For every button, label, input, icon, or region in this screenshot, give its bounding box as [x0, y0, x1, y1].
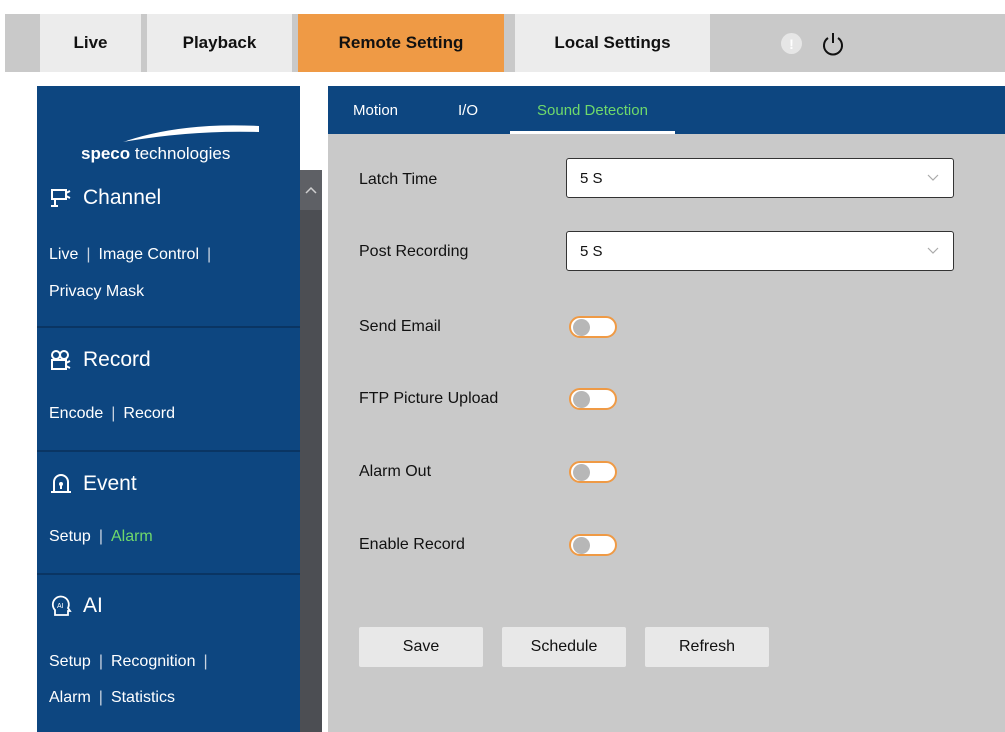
- latch-time-label: Latch Time: [359, 171, 438, 188]
- svg-text:AI: AI: [57, 603, 64, 610]
- record-links-row1: Encode | Record: [49, 405, 175, 422]
- save-button[interactable]: Save: [359, 627, 483, 667]
- chevron-down-icon: [927, 174, 939, 181]
- toggle-knob: [573, 464, 590, 481]
- enable-record-label: Enable Record: [359, 536, 465, 553]
- tab-playback[interactable]: Playback: [147, 14, 292, 72]
- tab-io[interactable]: I/O: [458, 86, 478, 134]
- alert-icon[interactable]: !: [781, 33, 802, 54]
- sidebar-scrollbar[interactable]: [300, 170, 322, 732]
- post-recording-label: Post Recording: [359, 243, 469, 260]
- ai-head-icon: AI: [51, 595, 72, 616]
- ai-links-row2: Alarm | Statistics: [49, 689, 175, 706]
- alarm-out-label: Alarm Out: [359, 463, 432, 480]
- sidebar-link-live[interactable]: Live: [49, 246, 78, 263]
- tab-live[interactable]: Live: [40, 14, 141, 72]
- logo-swoosh: [123, 125, 259, 142]
- sidebar-divider: [37, 450, 300, 452]
- tab-remote-setting[interactable]: Remote Setting: [298, 14, 504, 72]
- ai-links-row1: Setup | Recognition |: [49, 653, 208, 670]
- event-title: Event: [83, 472, 137, 495]
- sidebar-link-ai-setup[interactable]: Setup: [49, 653, 91, 670]
- sidebar-link-setup[interactable]: Setup: [49, 528, 91, 545]
- power-icon[interactable]: [820, 31, 846, 57]
- channel-links-row1: Live | Image Control |: [49, 246, 212, 263]
- sidebar-link-image-control[interactable]: Image Control: [99, 246, 200, 263]
- sub-navigation: Motion I/O Sound Detection: [328, 86, 1005, 134]
- event-header[interactable]: Event: [49, 472, 137, 496]
- latch-time-select[interactable]: 5 S: [566, 158, 954, 198]
- ftp-upload-toggle[interactable]: [569, 388, 617, 410]
- chevron-down-icon: [927, 247, 939, 254]
- sidebar-link-alarm[interactable]: Alarm: [111, 528, 153, 545]
- logo-text: speco technologies: [81, 144, 231, 163]
- channel-header[interactable]: Channel: [49, 186, 161, 210]
- video-camera-icon: [51, 350, 71, 370]
- main-panel: Motion I/O Sound Detection Latch Time 5 …: [328, 86, 1005, 732]
- sidebar-link-statistics[interactable]: Statistics: [111, 689, 175, 706]
- alarm-light-icon: [51, 474, 71, 493]
- scroll-up-button[interactable]: [300, 170, 322, 210]
- post-recording-value: 5 S: [580, 242, 603, 260]
- tab-motion[interactable]: Motion: [353, 86, 398, 134]
- sidebar-link-privacy-mask[interactable]: Privacy Mask: [49, 283, 144, 300]
- record-title: Record: [83, 348, 151, 371]
- chevron-up-icon: [305, 186, 317, 194]
- toggle-knob: [573, 537, 590, 554]
- sidebar-link-record[interactable]: Record: [123, 405, 175, 422]
- tab-sound-detection[interactable]: Sound Detection: [510, 86, 675, 134]
- send-email-toggle[interactable]: [569, 316, 617, 338]
- enable-record-toggle[interactable]: [569, 534, 617, 556]
- refresh-button[interactable]: Refresh: [645, 627, 769, 667]
- event-links-row1: Setup | Alarm: [49, 528, 153, 545]
- sidebar-link-recognition[interactable]: Recognition: [111, 653, 196, 670]
- ai-header[interactable]: AI AI: [49, 594, 103, 618]
- ai-title: AI: [83, 594, 103, 617]
- sidebar-link-ai-alarm[interactable]: Alarm: [49, 689, 91, 706]
- toggle-knob: [573, 391, 590, 408]
- schedule-button[interactable]: Schedule: [502, 627, 626, 667]
- alarm-out-toggle[interactable]: [569, 461, 617, 483]
- ftp-upload-label: FTP Picture Upload: [359, 390, 499, 407]
- record-header[interactable]: Record: [49, 348, 151, 372]
- tab-local-settings[interactable]: Local Settings: [515, 14, 710, 72]
- channel-title: Channel: [83, 186, 162, 209]
- sidebar-divider: [37, 573, 300, 575]
- channel-links-row2: Privacy Mask: [49, 283, 144, 301]
- latch-time-value: 5 S: [580, 169, 603, 187]
- sidebar-divider: [37, 326, 300, 328]
- speco-logo: speco technologies: [81, 120, 261, 170]
- camera-icon: [51, 189, 71, 207]
- toggle-knob: [573, 319, 590, 336]
- post-recording-select[interactable]: 5 S: [566, 231, 954, 271]
- send-email-label: Send Email: [359, 318, 441, 335]
- sidebar-link-encode[interactable]: Encode: [49, 405, 103, 422]
- sidebar: speco technologies Channel Live | Image Co…: [37, 86, 300, 732]
